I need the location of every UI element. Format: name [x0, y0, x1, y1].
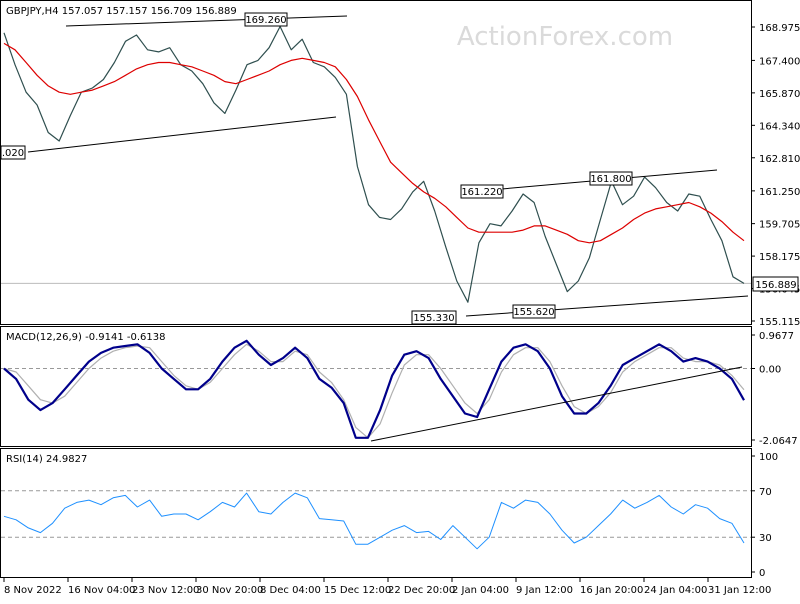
macd-axis-tick-label: 0.9677 [759, 331, 794, 342]
last-price-label: 156.889 [752, 276, 799, 292]
x-tick-label: 2 Jan 04:00 [452, 585, 509, 596]
macd-axis: 0.9677 0.00 -2.0647 [751, 331, 798, 447]
rsi-axis-tick-label: 30 [759, 533, 772, 544]
rsi-axis-tick-label: 100 [759, 452, 778, 463]
price-axis-tick-label: 164.340 [759, 121, 800, 132]
x-tick-label: 9 Jan 12:00 [516, 585, 573, 596]
annotation-161-800: 161.800 [589, 171, 633, 186]
x-axis: 8 Nov 2022 16 Nov 04:0023 Nov 12:0030 Nov… [3, 578, 771, 596]
chart-svg: ActionForex.com GBPJPY,H4 157.057 157.15… [0, 0, 800, 596]
rsi-axis: 100 70 30 0 [751, 452, 778, 579]
x-tick-label: 23 Nov 12:00 [132, 585, 199, 596]
svg-text:161.800: 161.800 [590, 174, 631, 185]
macd-header: MACD(12,26,9) -0.9141 -0.6138 [6, 332, 166, 343]
x-tick-label: 31 Jan 12:00 [708, 585, 771, 596]
price-axis-tick-label: 165.870 [759, 89, 800, 100]
macd-axis-tick-label: -2.0647 [759, 436, 798, 447]
rsi-panel-frame [0, 448, 752, 578]
x-tick-label: 30 Nov 20:00 [196, 585, 263, 596]
svg-text:169.260: 169.260 [245, 15, 286, 26]
annotation-155-620: 155.620 [512, 304, 556, 319]
x-tick-label: 16 Jan 20:00 [580, 585, 643, 596]
price-axis-tick-label: 161.250 [759, 187, 800, 198]
x-tick-label: 8 Nov 2022 [4, 585, 62, 596]
annotation-020: .020 [0, 145, 26, 160]
price-axis-tick-label: 159.705 [759, 220, 800, 231]
price-axis-tick-label: 167.400 [759, 56, 800, 67]
x-tick-label: 8 Dec 04:00 [260, 585, 321, 596]
watermark: ActionForex.com [457, 22, 673, 52]
price-axis-tick-label: 158.175 [759, 252, 800, 263]
rsi-header: RSI(14) 24.9827 [6, 454, 87, 465]
rsi-axis-tick-label: 70 [759, 487, 772, 498]
price-axis-tick-label: 168.975 [759, 23, 800, 34]
annotation-161-220: 161.220 [460, 184, 504, 199]
svg-text:155.620: 155.620 [513, 307, 554, 318]
rsi-axis-tick-label: 0 [759, 568, 765, 579]
chart-stage: ActionForex.com GBPJPY,H4 157.057 157.15… [0, 0, 800, 600]
price-axis-tick-label: 162.810 [759, 154, 800, 165]
annotation-155-330: 155.330 [411, 310, 457, 325]
svg-text:161.220: 161.220 [461, 187, 502, 198]
price-header: GBPJPY,H4 157.057 157.157 156.709 156.88… [6, 6, 237, 17]
svg-text:156.889: 156.889 [755, 280, 796, 291]
x-tick-label: 24 Jan 04:00 [644, 585, 707, 596]
x-tick-label: 16 Nov 04:00 [68, 585, 135, 596]
price-axis-tick-label: 155.115 [759, 317, 800, 328]
svg-text:155.330: 155.330 [413, 313, 454, 324]
x-tick-label: 15 Dec 12:00 [324, 585, 391, 596]
x-tick-label: 22 Dec 20:00 [388, 585, 455, 596]
annotation-169-260: 169.260 [244, 12, 288, 27]
macd-axis-tick-label: 0.00 [759, 365, 781, 376]
svg-text:.020: .020 [2, 148, 24, 159]
